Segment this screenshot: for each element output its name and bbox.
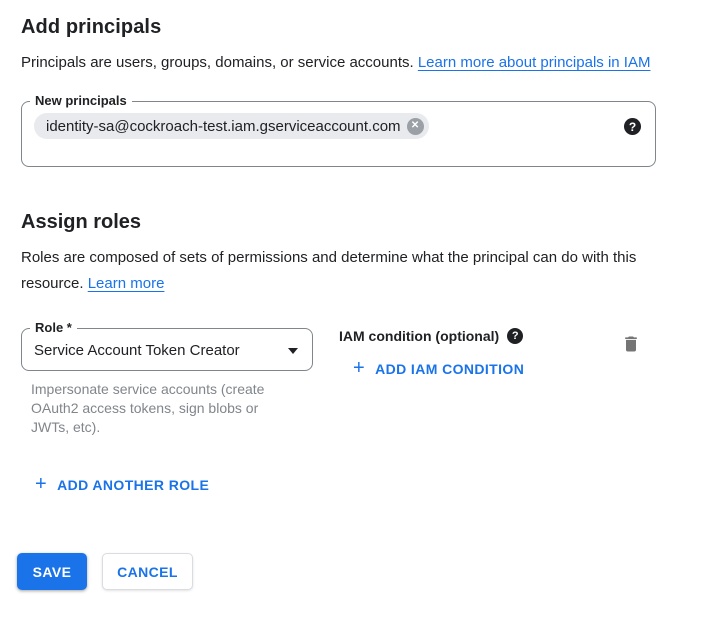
assign-roles-title: Assign roles bbox=[21, 211, 713, 234]
add-iam-condition-button[interactable]: + ADD IAM CONDITION bbox=[353, 359, 524, 379]
plus-icon: + bbox=[353, 358, 365, 378]
role-select-label: Role * bbox=[30, 320, 77, 335]
principals-help-icon[interactable]: ? bbox=[624, 118, 641, 135]
iam-condition-help-icon[interactable]: ? bbox=[507, 328, 523, 344]
add-principals-description: Principals are users, groups, domains, o… bbox=[21, 50, 673, 76]
add-another-role-label: ADD ANOTHER ROLE bbox=[57, 477, 209, 493]
plus-icon: + bbox=[35, 474, 47, 494]
principal-chip-text: identity-sa@cockroach-test.iam.gservicea… bbox=[46, 118, 401, 135]
iam-condition-header: IAM condition (optional) ? bbox=[339, 328, 524, 344]
add-iam-condition-label: ADD IAM CONDITION bbox=[375, 361, 524, 377]
cancel-button[interactable]: CANCEL bbox=[102, 553, 193, 590]
iam-condition-column: IAM condition (optional) ? + ADD IAM CON… bbox=[339, 328, 524, 380]
learn-more-roles-link[interactable]: Learn more bbox=[88, 275, 165, 292]
add-principals-title: Add principals bbox=[21, 16, 713, 39]
new-principals-field[interactable]: New principals identity-sa@cockroach-tes… bbox=[21, 101, 656, 167]
principal-chip: identity-sa@cockroach-test.iam.gservicea… bbox=[34, 113, 429, 139]
role-column: Role * Service Account Token Creator Imp… bbox=[21, 328, 313, 437]
trash-icon bbox=[621, 334, 641, 354]
role-description-text: Impersonate service accounts (create OAu… bbox=[31, 380, 299, 437]
save-button[interactable]: SAVE bbox=[17, 553, 87, 590]
remove-principal-icon[interactable]: ✕ bbox=[407, 118, 424, 135]
assign-roles-description: Roles are composed of sets of permission… bbox=[21, 245, 673, 297]
delete-role-button[interactable] bbox=[621, 334, 641, 354]
iam-condition-label: IAM condition (optional) bbox=[339, 328, 499, 344]
add-principals-panel: Add principals Principals are users, gro… bbox=[0, 0, 713, 629]
role-select-value: Service Account Token Creator bbox=[34, 342, 240, 359]
delete-role-column bbox=[621, 328, 641, 359]
learn-more-principals-link[interactable]: Learn more about principals in IAM bbox=[418, 54, 651, 71]
new-principals-label: New principals bbox=[30, 93, 132, 108]
role-row: Role * Service Account Token Creator Imp… bbox=[21, 328, 692, 437]
role-select[interactable]: Role * Service Account Token Creator bbox=[21, 328, 313, 371]
dropdown-arrow-icon bbox=[288, 348, 298, 354]
add-another-role-button[interactable]: + ADD ANOTHER ROLE bbox=[35, 475, 209, 495]
description-text: Principals are users, groups, domains, o… bbox=[21, 54, 418, 71]
dialog-footer: SAVE CANCEL bbox=[17, 553, 713, 590]
